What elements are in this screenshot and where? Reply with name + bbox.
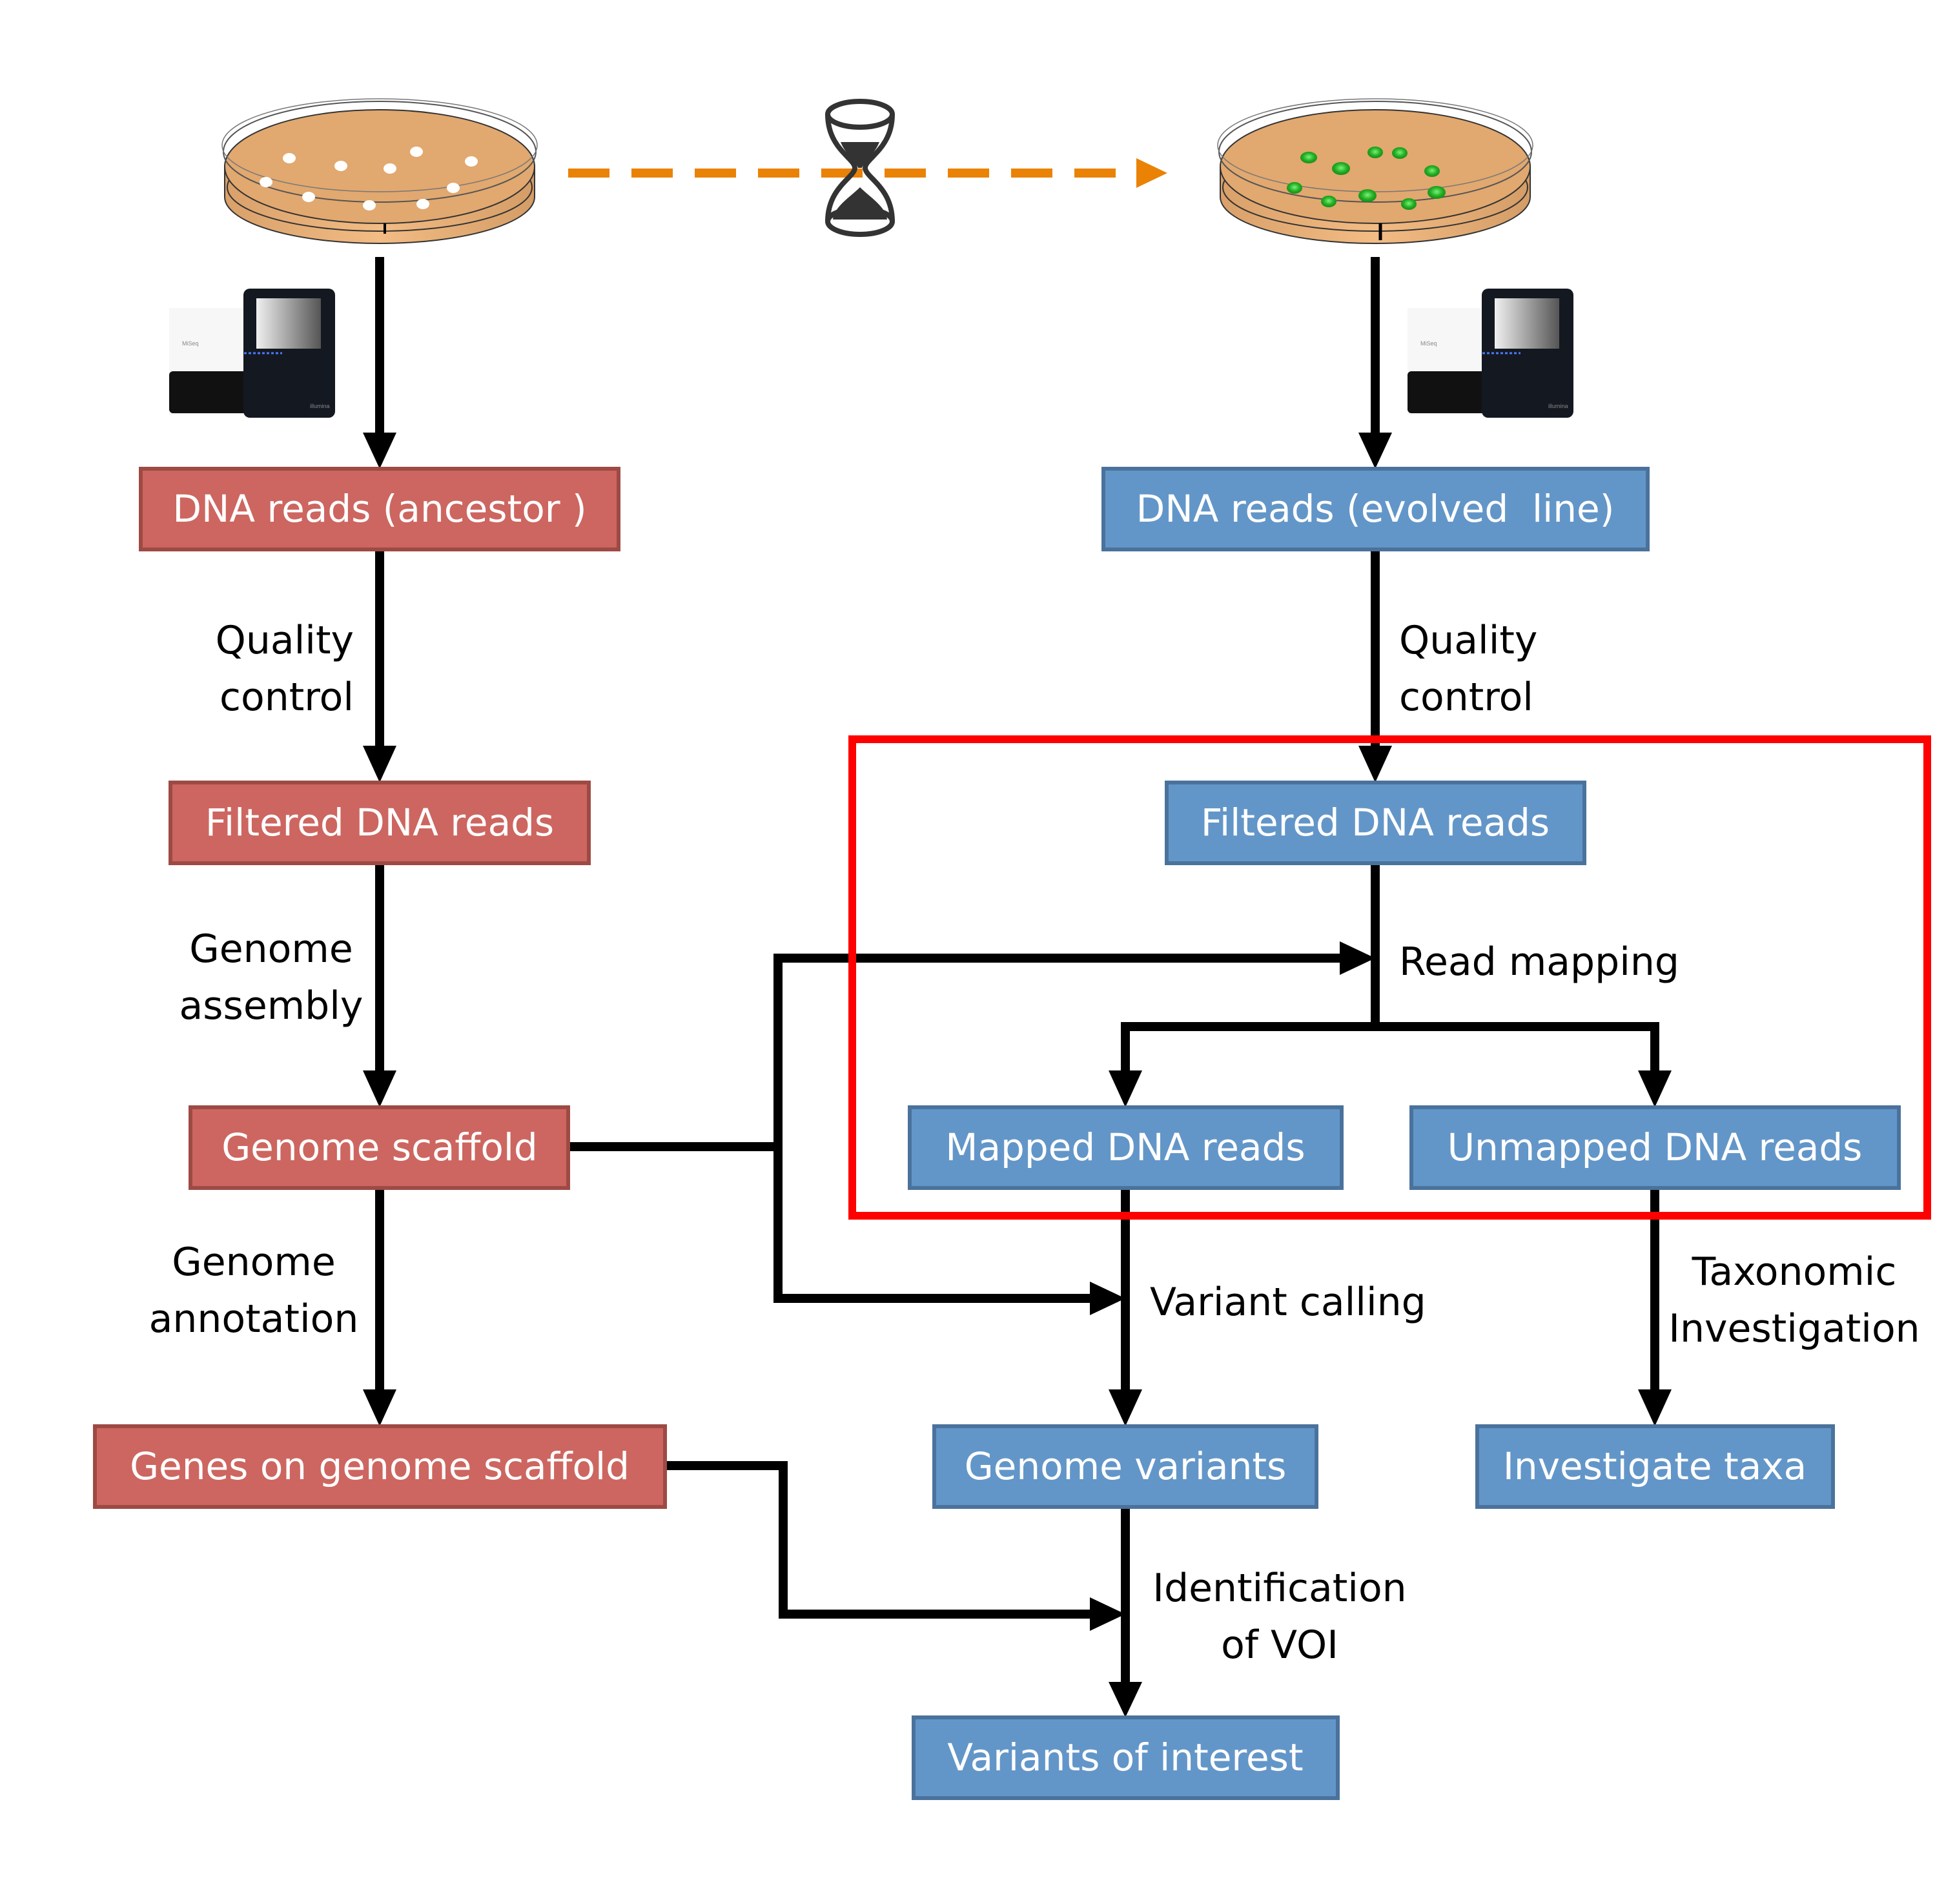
- box-genome-variants[interactable]: Genome variants: [932, 1424, 1318, 1509]
- step-label-line: Genome: [172, 1240, 336, 1285]
- box-unmapped-reads[interactable]: Unmapped DNA reads: [1409, 1105, 1901, 1190]
- step-label-line: Investigation: [1668, 1306, 1920, 1351]
- sequencer-model-label: MiSeq: [182, 340, 199, 347]
- box-evolved-filtered[interactable]: Filtered DNA reads: [1165, 781, 1586, 865]
- step-label-line: assembly: [179, 983, 363, 1029]
- step-label-evolved-qc: Quality control: [1399, 618, 1537, 720]
- step-label-line: annotation: [149, 1296, 359, 1342]
- sequencer-icon-ancestor: MiSeq illumina: [169, 289, 335, 418]
- box-label: Investigate taxa: [1503, 1444, 1807, 1488]
- step-label-line: control: [220, 675, 354, 720]
- step-label-read-mapping: Read mapping: [1399, 939, 1679, 985]
- box-investigate-taxa[interactable]: Investigate taxa: [1475, 1424, 1835, 1509]
- box-genome-scaffold[interactable]: Genome scaffold: [189, 1105, 570, 1190]
- petri-dish-icon-evolved: [1217, 98, 1533, 244]
- step-label-identification: Identification of VOI: [1152, 1566, 1406, 1668]
- sequencer-brand-label: illumina: [310, 403, 330, 409]
- step-label-line: Taxonomic: [1692, 1249, 1897, 1295]
- sequencer-icon-evolved: MiSeq illumina: [1408, 289, 1573, 418]
- petri-dish-icon-ancestor: [221, 98, 538, 244]
- box-variants-of-interest[interactable]: Variants of interest: [912, 1715, 1340, 1800]
- workflow-diagram: MiSeq illumina MiSeq illumina DNA reads …: [93, 98, 1931, 1800]
- step-label-taxonomic: Taxonomic Investigation: [1668, 1249, 1920, 1351]
- box-label: Variants of interest: [947, 1735, 1303, 1779]
- box-label: Mapped DNA reads: [945, 1125, 1305, 1169]
- box-label: Filtered DNA reads: [1201, 801, 1550, 845]
- step-label-line: Genome: [189, 926, 353, 972]
- box-label: Genome scaffold: [221, 1125, 538, 1169]
- step-label-line: of VOI: [1221, 1622, 1338, 1668]
- step-label-assembly: Genome assembly: [179, 926, 363, 1029]
- box-ancestor-filtered[interactable]: Filtered DNA reads: [169, 781, 591, 865]
- step-label-line: control: [1399, 675, 1533, 720]
- box-label: Filtered DNA reads: [205, 801, 554, 845]
- box-mapped-reads[interactable]: Mapped DNA reads: [908, 1105, 1344, 1190]
- step-label-line: Quality: [216, 618, 354, 663]
- step-label-annotation: Genome annotation: [149, 1240, 359, 1342]
- step-label-variant-calling: Variant calling: [1150, 1280, 1426, 1325]
- box-label: DNA reads (evolved line): [1136, 487, 1615, 531]
- box-genes-on-scaffold[interactable]: Genes on genome scaffold: [93, 1424, 667, 1509]
- box-label: Genome variants: [965, 1444, 1287, 1488]
- box-evolved-reads[interactable]: DNA reads (evolved line): [1101, 467, 1650, 551]
- sequencer-model-label: MiSeq: [1420, 340, 1437, 347]
- box-ancestor-reads[interactable]: DNA reads (ancestor ): [139, 467, 620, 551]
- step-label-line: Quality: [1399, 618, 1537, 663]
- box-label: DNA reads (ancestor ): [172, 487, 586, 531]
- sequencer-brand-label: illumina: [1548, 403, 1568, 409]
- step-label-ancestor-qc: Quality control: [216, 618, 354, 720]
- step-label-line: Identification: [1152, 1566, 1406, 1611]
- box-label: Unmapped DNA reads: [1448, 1125, 1863, 1169]
- hourglass-icon: [825, 99, 895, 237]
- box-label: Genes on genome scaffold: [130, 1444, 630, 1488]
